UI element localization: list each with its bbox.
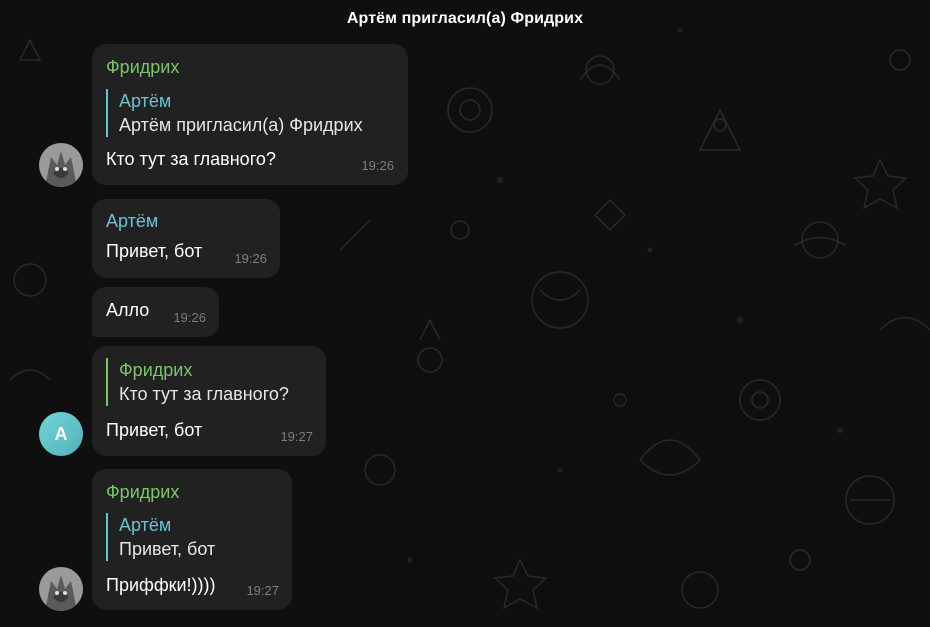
message-text: Привет, бот: [106, 420, 203, 440]
wolf-avatar-icon[interactable]: [39, 567, 83, 611]
wolf-avatar-icon[interactable]: [39, 143, 83, 187]
message-text: Алло: [106, 300, 150, 320]
reply-text: Кто тут за главного?: [119, 384, 289, 404]
reply-quote[interactable]: Фридрих Кто тут за главного?: [106, 358, 289, 406]
message-time: 19:26: [361, 158, 394, 173]
reply-quote[interactable]: Артём Привет, бот: [106, 513, 215, 561]
message-bubble[interactable]: Фридрих Кто тут за главного? Привет, бот…: [92, 346, 326, 456]
reply-sender: Артём: [119, 515, 172, 535]
message-bubble[interactable]: Артём Привет, бот 19:26: [92, 199, 280, 278]
message-text: Привет, бот: [106, 241, 203, 261]
service-message-bar: Артём пригласил(а) Фридрих: [0, 0, 930, 40]
reply-sender: Фридрих: [119, 360, 193, 380]
reply-quote[interactable]: Артём Артём пригласил(а) Фридрих: [106, 89, 363, 137]
message-sender[interactable]: Фридрих: [106, 57, 179, 78]
message-bubble[interactable]: Алло 19:26: [92, 287, 219, 337]
letter-avatar-icon[interactable]: А: [39, 412, 83, 456]
service-message: Артём пригласил(а) Фридрих: [346, 10, 584, 27]
message-time: 19:27: [280, 429, 313, 444]
message-sender[interactable]: Артём: [106, 211, 158, 232]
reply-text: Привет, бот: [119, 539, 216, 559]
message-time: 19:27: [246, 583, 279, 598]
message-text: Приффки!)))): [106, 575, 216, 595]
message-bubble[interactable]: Фридрих Артём Привет, бот Приффки!)))) 1…: [92, 469, 292, 610]
message-text: Кто тут за главного?: [106, 149, 276, 169]
message-bubble[interactable]: Фридрих Артём Артём пригласил(а) Фридрих…: [92, 44, 408, 185]
message-time: 19:26: [234, 251, 267, 266]
message-sender[interactable]: Фридрих: [106, 482, 179, 503]
reply-text: Артём пригласил(а) Фридрих: [119, 115, 363, 135]
reply-sender: Артём: [119, 91, 172, 111]
message-time: 19:26: [173, 310, 206, 325]
